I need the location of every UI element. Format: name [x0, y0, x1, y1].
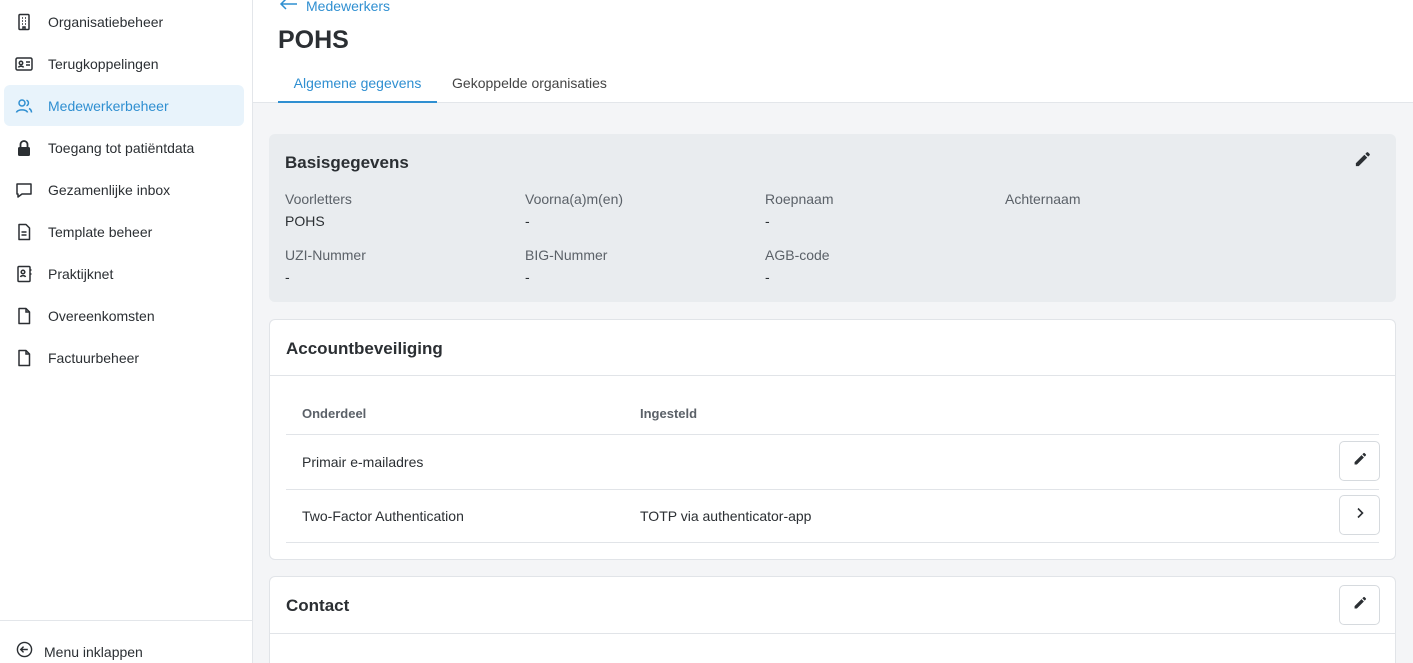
field-label: Voorna(a)m(en) [525, 191, 624, 207]
card-title: Accountbeveiliging [286, 339, 443, 358]
chevron-right-icon [1353, 506, 1367, 525]
field-achternaam: Achternaam [1005, 191, 1080, 213]
field-label: UZI-Nummer [285, 247, 366, 263]
tab-gekoppelde-organisaties[interactable]: Gekoppelde organisaties [443, 64, 616, 102]
row-onderdeel: Two-Factor Authentication [302, 508, 464, 524]
document-icon [15, 223, 33, 241]
edit-contact-button[interactable] [1339, 585, 1380, 625]
field-value: POHS [285, 213, 325, 229]
arrow-left-circle-icon [16, 641, 33, 663]
pencil-icon [1354, 151, 1371, 173]
sidebar-item-label: Toegang tot patiëntdata [48, 139, 195, 156]
sidebar-item-toegang-patientdata[interactable]: Toegang tot patiëntdata [4, 127, 244, 168]
field-big-nummer: BIG-Nummer - [525, 247, 607, 285]
sidebar-item-template-beheer[interactable]: Template beheer [4, 211, 244, 252]
sidebar-item-terugkoppelingen[interactable]: Terugkoppelingen [4, 43, 244, 84]
field-uzi-nummer: UZI-Nummer - [285, 247, 366, 285]
sidebar: Organisatiebeheer Terugkoppelingen Medew… [0, 0, 253, 663]
card-title: Basisgegevens [285, 153, 409, 172]
field-voornamen: Voorna(a)m(en) - [525, 191, 623, 229]
field-label: BIG-Nummer [525, 247, 608, 263]
main-content: Medewerkers POHS Algemene gegevens Gekop… [253, 0, 1413, 663]
id-card-icon [15, 55, 33, 73]
pencil-icon [1353, 452, 1367, 471]
field-value: - [765, 213, 770, 229]
users-icon [15, 97, 33, 115]
field-value: - [525, 269, 530, 285]
pencil-icon [1353, 596, 1367, 615]
page-title: POHS [278, 26, 349, 54]
building-icon [15, 13, 33, 31]
tab-bar: Algemene gegevens Gekoppelde organisatie… [253, 64, 1413, 103]
divider [286, 489, 1379, 490]
field-agb-code: AGB-code - [765, 247, 830, 285]
field-roepnaam: Roepnaam - [765, 191, 834, 229]
edit-basisgegevens-button[interactable] [1352, 152, 1372, 172]
column-header-ingesteld: Ingesteld [640, 406, 698, 421]
divider [270, 375, 1395, 376]
tab-algemene-gegevens[interactable]: Algemene gegevens [278, 64, 437, 103]
card-title: Contact [286, 596, 350, 615]
divider [286, 434, 1379, 435]
back-link-label: Medewerkers [306, 0, 391, 14]
arrow-left-icon [279, 0, 306, 14]
sidebar-item-overeenkomsten[interactable]: Overeenkomsten [4, 295, 244, 336]
sidebar-item-organisatiebeheer[interactable]: Organisatiebeheer [4, 1, 244, 42]
back-link[interactable]: Medewerkers [279, 0, 390, 14]
file-icon [15, 307, 33, 325]
file-icon [15, 349, 33, 367]
field-value: - [765, 269, 770, 285]
lock-icon [15, 139, 33, 157]
sidebar-item-factuurbeheer[interactable]: Factuurbeheer [4, 337, 244, 378]
field-label: AGB-code [765, 247, 830, 263]
sidebar-item-praktijknet[interactable]: Praktijknet [4, 253, 244, 294]
divider [270, 633, 1395, 634]
field-label: Roepnaam [765, 191, 834, 207]
sidebar-footer: Menu inklappen [0, 620, 252, 663]
field-value: - [285, 269, 290, 285]
accountbeveiliging-card: Accountbeveiliging Onderdeel Ingesteld P… [269, 319, 1396, 560]
open-2fa-button[interactable] [1339, 495, 1380, 535]
sidebar-item-label: Gezamenlijke inbox [48, 181, 171, 198]
field-voorletters: Voorletters POHS [285, 191, 352, 229]
sidebar-item-label: Factuurbeheer [48, 349, 140, 366]
field-value: - [525, 213, 530, 229]
sidebar-item-medewerkerbeheer[interactable]: Medewerkerbeheer [4, 85, 244, 126]
chat-icon [15, 181, 33, 199]
sidebar-item-label: Overeenkomsten [48, 307, 155, 324]
sidebar-item-label: Organisatiebeheer [48, 13, 164, 30]
row-ingesteld: TOTP via authenticator-app [640, 508, 812, 524]
basisgegevens-card: Basisgegevens Voorletters POHS Voorna(a)… [269, 134, 1396, 302]
sidebar-item-label: Medewerkerbeheer [48, 97, 169, 114]
menu-collapse-button[interactable]: Menu inklappen [16, 641, 143, 663]
sidebar-item-label: Praktijknet [48, 265, 114, 282]
sidebar-item-gezamenlijke-inbox[interactable]: Gezamenlijke inbox [4, 169, 244, 210]
sidebar-item-label: Template beheer [48, 223, 153, 240]
row-onderdeel: Primair e-mailadres [302, 454, 424, 470]
divider [286, 542, 1379, 543]
field-label: Achternaam [1005, 191, 1081, 207]
contact-book-icon [15, 265, 33, 283]
column-header-onderdeel: Onderdeel [302, 406, 367, 421]
sidebar-item-label: Terugkoppelingen [48, 55, 159, 72]
edit-email-button[interactable] [1339, 441, 1380, 481]
field-label: Voorletters [285, 191, 352, 207]
contact-card: Contact [269, 576, 1396, 663]
menu-collapse-label: Menu inklappen [44, 644, 143, 660]
